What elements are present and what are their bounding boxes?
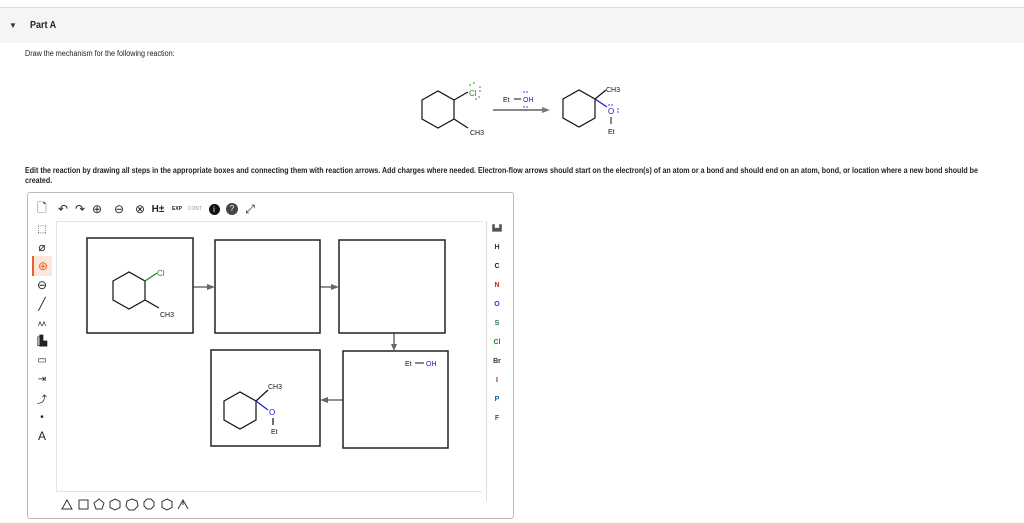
cyclohexane-template xyxy=(109,498,121,511)
reaction-arrow-tool-icon[interactable]: ⇥ xyxy=(34,371,50,387)
curved-arrow-tool-icon[interactable]: ⤴ xyxy=(34,390,50,406)
positive-charge-icon[interactable]: ⊕ xyxy=(32,256,52,276)
text-tool-icon[interactable]: A xyxy=(34,428,50,444)
zoom-reset-icon[interactable]: ⊗ xyxy=(132,201,148,217)
redo-icon[interactable]: ↷ xyxy=(72,201,88,217)
cyclopentane-template xyxy=(93,498,105,510)
rectangle-tool-icon[interactable]: ▭ xyxy=(34,352,50,368)
new-document-icon[interactable]: 🗋 xyxy=(34,201,50,217)
ring-templates xyxy=(61,498,189,511)
undo-icon[interactable]: ↶ xyxy=(55,201,71,217)
arrow-head xyxy=(391,344,397,351)
negative-charge-icon[interactable]: ⊖ xyxy=(34,277,50,293)
info-icon[interactable]: i xyxy=(206,201,222,217)
periodic-table-icon[interactable]: ▙▟ xyxy=(487,225,507,232)
element-n-button[interactable]: N xyxy=(487,282,507,289)
drawing-canvas[interactable]: Cl CH3 CH3 O Et Et OH xyxy=(56,221,482,492)
selection-tool-icon[interactable]: ⬚ xyxy=(34,221,50,237)
benzene-template xyxy=(161,498,173,511)
help-icon[interactable]: ? xyxy=(224,201,240,217)
element-i-button[interactable]: I xyxy=(487,377,507,384)
step-box-4 xyxy=(210,349,321,447)
box5-oh: OH xyxy=(426,361,437,368)
instructions: Edit the reaction by drawing all steps i… xyxy=(25,166,978,185)
arrow-head xyxy=(320,397,328,403)
part-header[interactable]: ▼ Part A xyxy=(0,8,1024,43)
box4-ch3: CH3 xyxy=(268,384,282,391)
element-br-button[interactable]: Br xyxy=(487,358,507,365)
contract-button[interactable]: CONT xyxy=(187,201,203,217)
product-ch3: CH3 xyxy=(606,87,620,94)
box4-et: Et xyxy=(271,429,278,436)
chemistry-editor: 🗋 ↶ ↷ ⊕ ⊖ ⊗ H± EXP CONT i ? ⤢ ⬚ ⌀ ⊕ ⊖ ╱ … xyxy=(27,192,514,519)
chain-tool-icon[interactable]: ʌʌ xyxy=(34,315,50,331)
box1-cl: Cl xyxy=(157,269,165,278)
hydrogen-toggle-button[interactable]: H± xyxy=(150,201,166,217)
step-box-2 xyxy=(214,239,321,334)
step-box-3 xyxy=(338,239,446,334)
collapse-caret-icon[interactable]: ▼ xyxy=(9,21,21,30)
question-prompt: Draw the mechanism for the following rea… xyxy=(25,49,175,58)
fullscreen-icon[interactable]: ⤢ xyxy=(242,201,258,217)
element-c-button[interactable]: C xyxy=(487,263,507,270)
element-s-button[interactable]: S xyxy=(487,320,507,327)
expand-button[interactable]: EXP xyxy=(169,201,185,217)
box4-o: O xyxy=(269,408,275,417)
element-f-button[interactable]: F xyxy=(487,415,507,422)
mechanism-canvas[interactable]: Cl CH3 CH3 O Et Et OH xyxy=(57,222,483,493)
element-palette: ▙▟ H C N O S Cl Br I P F xyxy=(486,221,506,501)
zoom-in-icon[interactable]: ⊕ xyxy=(89,201,105,217)
reaction-scheme: Cl CH3 Et OH CH3 O Et xyxy=(421,82,620,137)
electron-dot-tool-icon[interactable]: • xyxy=(34,409,50,425)
reagent-et: Et xyxy=(503,97,510,104)
bond-tool-icon[interactable]: ╱ xyxy=(34,296,50,312)
box5-et: Et xyxy=(405,361,412,368)
element-o-button[interactable]: O xyxy=(487,301,507,308)
arrow-head xyxy=(331,284,339,290)
cyclooctane-template xyxy=(143,498,155,510)
reactant-cl: Cl xyxy=(469,89,477,98)
eraser-icon[interactable]: ⌀ xyxy=(34,239,50,255)
product-o: O xyxy=(608,107,614,116)
reactant-ch3: CH3 xyxy=(470,130,484,137)
cycloheptane-template xyxy=(125,498,139,511)
product-et: Et xyxy=(608,129,615,136)
zoom-out-icon[interactable]: ⊖ xyxy=(111,201,127,217)
element-h-button[interactable]: H xyxy=(487,244,507,251)
cyclobutane-template xyxy=(78,499,89,510)
step-box-1 xyxy=(86,237,194,334)
box1-ch3: CH3 xyxy=(160,312,174,319)
cyclopropane-template xyxy=(61,498,73,510)
arrow-head xyxy=(207,284,215,290)
chair-template xyxy=(177,498,189,510)
bracket-tool-icon[interactable]: [▙ xyxy=(34,333,50,349)
element-cl-button[interactable]: Cl xyxy=(487,339,507,346)
reagent-oh: OH xyxy=(523,97,534,104)
part-title: Part A xyxy=(30,20,57,31)
element-p-button[interactable]: P xyxy=(487,396,507,403)
